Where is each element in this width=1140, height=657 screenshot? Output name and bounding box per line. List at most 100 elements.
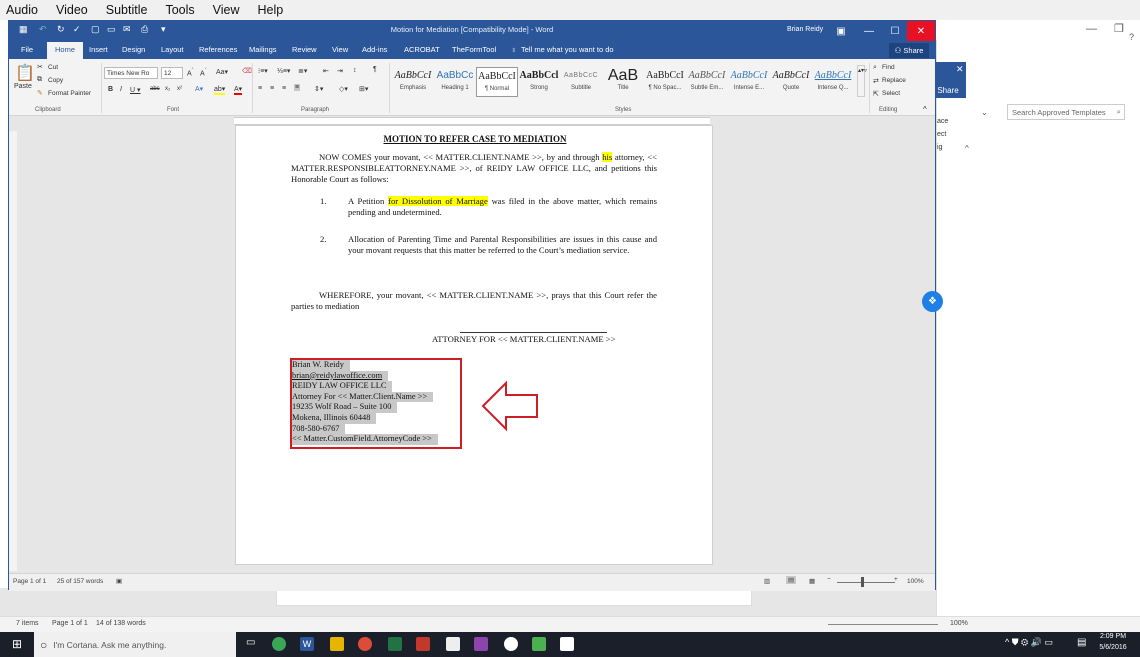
menu-view[interactable]: View	[213, 3, 240, 17]
sig-line-email[interactable]: brian@reidylawoffice.com	[292, 370, 389, 382]
task-view-icon[interactable]: ▭	[246, 637, 255, 648]
zoom-out-icon[interactable]: −	[827, 576, 831, 583]
change-case-icon[interactable]: Aa▾	[216, 68, 228, 76]
proofing-icon[interactable]: ▣	[116, 577, 122, 585]
borders-icon[interactable]: ⊞▾	[359, 85, 368, 93]
shrink-font-icon[interactable]: Aˇ	[200, 68, 207, 77]
style-normal[interactable]: AaBbCcI ¶ Normal	[476, 67, 518, 97]
paint-app-icon[interactable]	[474, 637, 488, 651]
tab-references[interactable]: References	[199, 45, 237, 54]
template-search-input[interactable]: Search Approved Templates ⌕	[1007, 104, 1125, 120]
zoom-slider-thumb[interactable]	[861, 577, 864, 587]
multilevel-list-icon[interactable]: ≣▾	[298, 67, 307, 75]
menu-tools[interactable]: Tools	[165, 3, 194, 17]
grow-font-icon[interactable]: Aˆ	[187, 68, 194, 77]
tab-review[interactable]: Review	[292, 45, 317, 54]
font-name-box[interactable]: Times New Ro	[104, 67, 158, 79]
tab-insert[interactable]: Insert	[89, 45, 108, 54]
bg-word-count[interactable]: 14 of 138 words	[96, 620, 146, 627]
find-icon[interactable]: ⌕	[873, 64, 877, 72]
tab-file[interactable]: File	[21, 45, 33, 54]
style-subtle-emphasis[interactable]: AaBbCcI Subtle Em...	[686, 67, 728, 97]
bg-collapse-icon[interactable]: ^	[965, 144, 969, 153]
align-left-icon[interactable]: ≡	[258, 85, 262, 92]
clear-formatting-icon[interactable]: ⌫	[242, 67, 252, 75]
cortana-search-box[interactable]: ○ I'm Cortana. Ask me anything.	[34, 632, 236, 657]
page-count[interactable]: Page 1 of 1	[13, 578, 46, 585]
excel-app-icon[interactable]	[388, 637, 402, 651]
bg-zoom-label[interactable]: 100%	[950, 620, 968, 627]
select-icon[interactable]: ⇱	[873, 90, 879, 98]
strikethrough-icon[interactable]: abc	[150, 86, 160, 92]
zoom-level[interactable]: 100%	[907, 578, 924, 585]
shading-icon[interactable]: ◇▾	[339, 85, 348, 93]
maximize-icon[interactable]: ☐	[881, 21, 909, 41]
pin-app-icon[interactable]	[446, 637, 460, 651]
tab-home[interactable]: Home	[47, 42, 83, 59]
tab-design[interactable]: Design	[122, 45, 145, 54]
dropbox-icon[interactable]: ❖	[922, 291, 943, 312]
replace-icon[interactable]: ⇄	[873, 77, 879, 85]
action-center-icon[interactable]: ▤	[1077, 637, 1086, 648]
menu-subtitle[interactable]: Subtitle	[106, 3, 148, 17]
tell-me-box[interactable]: Tell me what you want to do	[521, 45, 614, 54]
cut-button[interactable]: Cut	[48, 64, 58, 71]
select-button[interactable]: Select	[882, 90, 900, 97]
decrease-indent-icon[interactable]: ⇤	[323, 67, 329, 75]
sort-icon[interactable]: ↕	[353, 67, 357, 74]
acrobat-app-icon[interactable]	[416, 637, 430, 651]
bg-dropdown-icon[interactable]: ⌄	[981, 108, 988, 117]
edge-app-icon[interactable]	[272, 637, 286, 651]
ribbon-display-icon[interactable]: ▣	[827, 21, 855, 41]
tab-mailings[interactable]: Mailings	[249, 45, 277, 54]
superscript-icon[interactable]: x²	[177, 86, 182, 92]
vertical-ruler[interactable]	[9, 131, 17, 571]
style-strong[interactable]: AaBbCcl Strong	[518, 67, 560, 97]
text-effects-icon[interactable]: A▾	[195, 85, 203, 93]
paste-button[interactable]: Paste	[14, 83, 32, 90]
file-explorer-icon[interactable]	[330, 637, 344, 651]
tab-view[interactable]: View	[332, 45, 348, 54]
paste-icon[interactable]: 📋	[15, 63, 35, 83]
clock-time[interactable]: 2:09 PM	[1093, 633, 1133, 640]
print-layout-icon[interactable]: ▤	[786, 576, 797, 584]
tab-layout[interactable]: Layout	[161, 45, 184, 54]
show-marks-icon[interactable]: ¶	[373, 66, 377, 73]
zoom-in-icon[interactable]: +	[894, 576, 898, 583]
replace-button[interactable]: Replace	[882, 77, 906, 84]
style-no-spacing[interactable]: AaBbCcI ¶ No Spac...	[644, 67, 686, 97]
bg-minimize-icon[interactable]: —	[1086, 23, 1097, 35]
windows-start-icon[interactable]: ⊞	[12, 637, 22, 651]
copy-button[interactable]: Copy	[48, 77, 63, 84]
bg-page-count[interactable]: Page 1 of 1	[52, 620, 88, 627]
chrome-app-icon[interactable]	[358, 637, 372, 651]
horizontal-ruler[interactable]	[234, 117, 710, 125]
style-title[interactable]: AaB Title	[602, 67, 644, 97]
increase-indent-icon[interactable]: ⇥	[337, 67, 343, 75]
menu-audio[interactable]: Audio	[6, 3, 38, 17]
copy-icon[interactable]: ⧉	[37, 76, 42, 84]
green-app-icon[interactable]	[532, 637, 546, 651]
style-intense-quote[interactable]: AaBbCcI Intense Q...	[812, 67, 854, 97]
circle-app-icon[interactable]	[504, 637, 518, 651]
styles-scroll-icon[interactable]: ▴▾▿	[857, 65, 867, 97]
line-spacing-icon[interactable]: ⇕▾	[314, 85, 323, 93]
style-intense-emphasis[interactable]: AaBbCcI Intense E...	[728, 67, 770, 97]
align-center-icon[interactable]: ≡	[270, 85, 274, 92]
c-app-icon[interactable]	[560, 637, 574, 651]
format-painter-icon[interactable]: ✎	[37, 89, 43, 97]
style-heading-1[interactable]: AaBbCc Heading 1	[434, 67, 476, 97]
underline-icon[interactable]: U ▾	[130, 86, 141, 94]
find-button[interactable]: Find	[882, 64, 895, 71]
font-color-icon[interactable]: A▾	[234, 85, 243, 95]
word-count[interactable]: 25 of 157 words	[57, 578, 103, 585]
bg-zoom-slider[interactable]	[828, 624, 938, 625]
highlight-icon[interactable]: ab▾	[214, 85, 226, 95]
tray-icons[interactable]: ^ ⛊ ⚙ 🔊 ▭	[1005, 637, 1053, 648]
style-emphasis[interactable]: AaBbCcI Emphasis	[392, 67, 434, 97]
share-button[interactable]: ⚇ Share	[889, 43, 929, 58]
italic-icon[interactable]: I	[120, 86, 122, 93]
style-quote[interactable]: AaBbCcI Quote	[770, 67, 812, 97]
user-name[interactable]: Brian Reidy	[787, 26, 823, 33]
align-right-icon[interactable]: ≡	[282, 85, 286, 92]
